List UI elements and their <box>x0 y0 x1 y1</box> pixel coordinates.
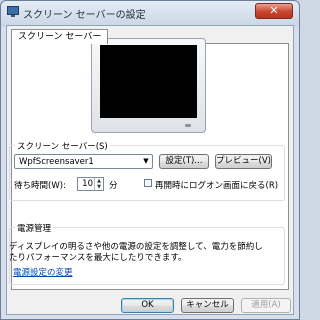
chevron-down-icon[interactable]: ▼ <box>140 155 152 168</box>
screensaver-selected: WpfScreensaver1 <box>19 157 94 167</box>
monitor-preview <box>91 38 206 133</box>
screen-saver-settings-icon <box>7 6 19 17</box>
power-settings-link[interactable]: 電源設定の変更 <box>13 266 73 278</box>
wait-unit: 分 <box>109 181 118 191</box>
title-bar[interactable]: スクリーン セーバーの設定 ✕ <box>1 1 299 23</box>
apply-button[interactable]: 適用(A) <box>241 298 291 313</box>
stepper-arrows-icon[interactable]: ▲ ▼ <box>94 178 103 190</box>
monitor-power-icon <box>185 124 191 127</box>
screensaver-select[interactable]: WpfScreensaver1 ▼ <box>14 154 153 169</box>
resume-checkbox[interactable] <box>144 179 152 187</box>
window-title: スクリーン セーバーの設定 <box>23 10 146 21</box>
preview-screen <box>100 45 197 118</box>
cancel-button[interactable]: キャンセル <box>181 298 234 313</box>
close-button[interactable]: ✕ <box>255 3 293 19</box>
wait-label: 待ち時間(W): <box>14 181 66 191</box>
preview-button[interactable]: プレビュー(V) <box>215 154 272 169</box>
ok-button[interactable]: OK <box>121 298 174 313</box>
resume-label[interactable]: 再開時にログオン画面に戻る(R) <box>155 179 278 191</box>
settings-button[interactable]: 設定(T)... <box>159 154 209 169</box>
wait-stepper[interactable]: 10 ▲ ▼ <box>77 177 104 191</box>
screensaver-group-label: スクリーン セーバー(S) <box>15 140 110 152</box>
power-description: ディスプレイの明るさや他の電源の設定を調整して、電力を節約したりパフォーマンスを… <box>9 242 263 263</box>
dialog-window: スクリーン セーバーの設定 ✕ スクリーン セーバー スクリーン セーバー(S)… <box>0 0 300 320</box>
wait-value: 10 <box>82 179 93 189</box>
power-group-label: 電源管理 <box>15 222 54 234</box>
tab-screen-saver[interactable]: スクリーン セーバー <box>11 29 109 44</box>
close-icon: ✕ <box>269 4 279 17</box>
